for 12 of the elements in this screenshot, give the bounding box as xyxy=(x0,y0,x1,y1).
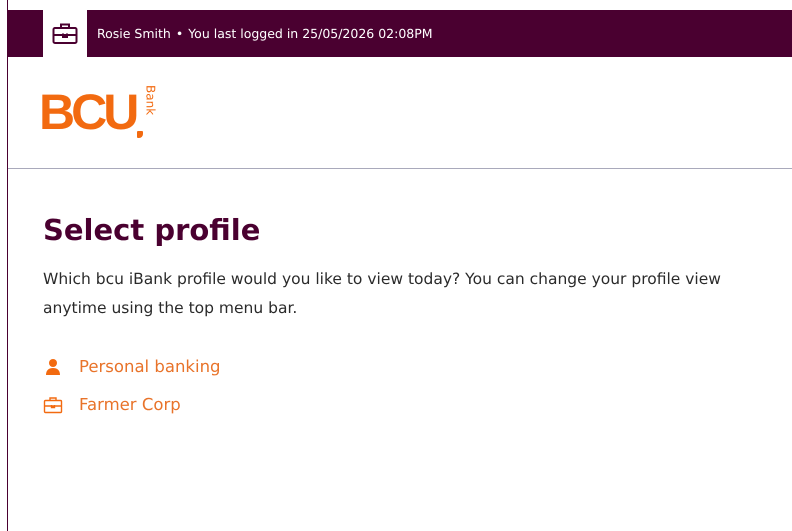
briefcase-icon xyxy=(43,396,63,414)
profile-link[interactable]: Farmer Corp xyxy=(43,395,792,414)
separator-dot: • xyxy=(176,26,184,41)
last-login-text: You last logged in 25/05/2026 02:08PM xyxy=(188,26,433,41)
page-heading: Select profile xyxy=(43,213,262,247)
person-icon xyxy=(43,358,63,376)
logo-bank-text: Bank xyxy=(143,85,156,116)
briefcase-icon xyxy=(52,22,78,44)
profile-link[interactable]: Personal banking xyxy=(43,357,792,376)
logo-wordmark: BCU xyxy=(39,87,137,137)
intro-text: Which bcu iBank profile would you like to view today? You can change your profile view anytime using the top menu bar. xyxy=(43,269,722,319)
user-name: Rosie Smith xyxy=(97,26,171,41)
